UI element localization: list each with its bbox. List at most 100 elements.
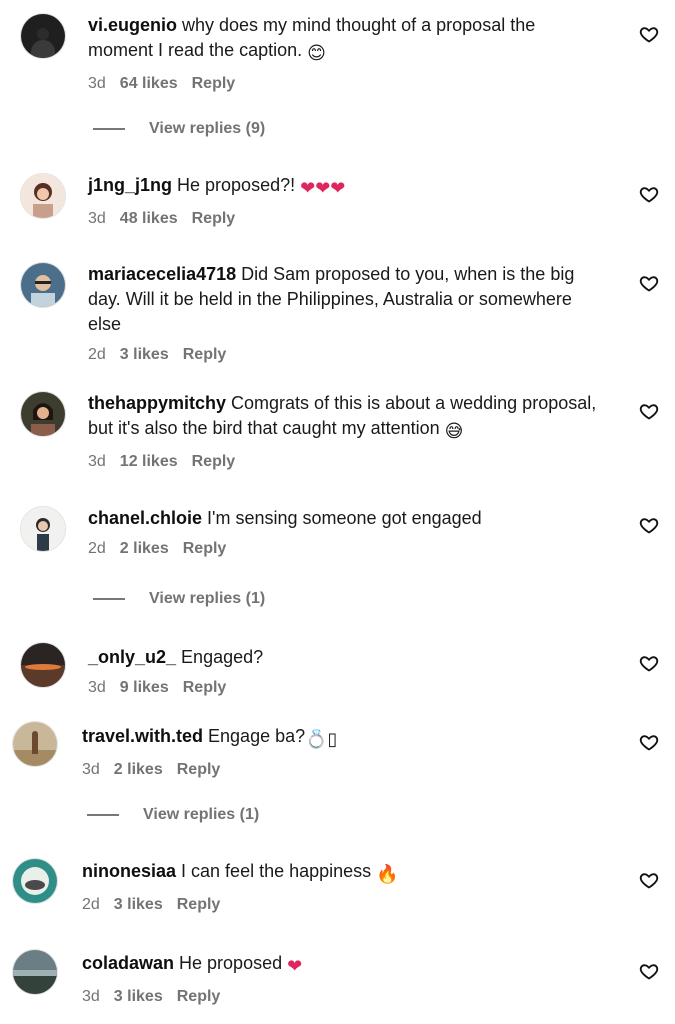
comment-meta: 2d 3 likes Reply xyxy=(82,896,605,914)
view-replies-label[interactable]: View replies (9) xyxy=(149,120,265,138)
comment-text: chanel.chloie I'm sensing someone got eng… xyxy=(88,506,605,531)
comment-meta: 3d 64 likes Reply xyxy=(88,75,605,93)
like-heart-icon[interactable] xyxy=(639,273,659,293)
like-heart-icon[interactable] xyxy=(639,653,659,673)
comment-content: I'm sensing someone got engaged xyxy=(207,508,482,528)
comment-timestamp: 3d xyxy=(82,761,100,778)
comment-text: _only_u2_ Engaged? xyxy=(88,645,605,670)
reply-button[interactable]: Reply xyxy=(192,210,236,228)
reply-button[interactable]: Reply xyxy=(183,540,227,558)
view-replies-button[interactable]: View replies (1) xyxy=(93,590,265,608)
avatar[interactable] xyxy=(20,391,66,437)
red-heart-emoji-icon: ❤ xyxy=(287,956,303,976)
divider-line xyxy=(87,814,119,816)
avatar[interactable] xyxy=(20,262,66,308)
comment-body: chanel.chloie I'm sensing someone got eng… xyxy=(88,506,605,558)
like-heart-icon[interactable] xyxy=(639,870,659,890)
comment-text: travel.with.ted Engage ba?💍▯ xyxy=(82,724,605,752)
comment-meta: 3d 3 likes Reply xyxy=(82,988,605,1006)
avatar[interactable] xyxy=(20,13,66,59)
comment-meta: 3d 2 likes Reply xyxy=(82,761,605,779)
heart-emojis-icon: ❤❤❤ xyxy=(300,178,346,198)
comment-meta: 3d 48 likes Reply xyxy=(88,210,605,228)
comment-likes[interactable]: 2 likes xyxy=(120,540,169,558)
emoji-icon: 😅 xyxy=(444,421,464,441)
comment-body: thehappymitchy Comgrats of this is about … xyxy=(88,391,605,471)
reply-button[interactable]: Reply xyxy=(192,75,236,93)
comment-body: ninonesiaa I can feel the happiness 🔥 2d … xyxy=(82,859,605,914)
comment-content: He proposed xyxy=(179,953,283,973)
comment-likes[interactable]: 12 likes xyxy=(120,453,178,471)
avatar[interactable] xyxy=(12,858,58,904)
divider-line xyxy=(93,128,125,130)
comment-likes[interactable]: 3 likes xyxy=(114,988,163,1006)
reply-button[interactable]: Reply xyxy=(192,453,236,471)
like-heart-icon[interactable] xyxy=(639,961,659,981)
divider-line xyxy=(93,598,125,600)
comment-content: I can feel the happiness xyxy=(181,861,372,881)
comment-username[interactable]: chanel.chloie xyxy=(88,508,202,528)
comment-timestamp: 3d xyxy=(88,679,106,696)
comment-timestamp: 2d xyxy=(82,896,100,913)
view-replies-button[interactable]: View replies (9) xyxy=(93,120,265,138)
comment-username[interactable]: vi.eugenio xyxy=(88,15,177,35)
like-heart-icon[interactable] xyxy=(639,515,659,535)
comment-timestamp: 3d xyxy=(88,210,106,227)
comment-content: Engaged? xyxy=(181,647,264,667)
comment-meta: 3d 12 likes Reply xyxy=(88,453,605,471)
comment-body: coladawan He proposed ❤ 3d 3 likes Reply xyxy=(82,951,605,1006)
comment-content: Engage ba? xyxy=(208,726,306,746)
comment-username[interactable]: _only_u2_ xyxy=(88,647,176,667)
comment-username[interactable]: ninonesiaa xyxy=(82,861,176,881)
comment-likes[interactable]: 48 likes xyxy=(120,210,178,228)
view-replies-label[interactable]: View replies (1) xyxy=(143,806,259,824)
view-replies-button[interactable]: View replies (1) xyxy=(87,806,259,824)
avatar[interactable] xyxy=(20,506,66,552)
comment-timestamp: 3d xyxy=(88,453,106,470)
comment-username[interactable]: coladawan xyxy=(82,953,174,973)
comment-text: thehappymitchy Comgrats of this is about … xyxy=(88,391,605,444)
comment-timestamp: 3d xyxy=(88,75,106,92)
comment-text: vi.eugenio why does my mind thought of a … xyxy=(88,13,605,66)
comment-meta: 2d 2 likes Reply xyxy=(88,540,605,558)
comment-likes[interactable]: 64 likes xyxy=(120,75,178,93)
comment-likes[interactable]: 2 likes xyxy=(114,761,163,779)
comment-body: vi.eugenio why does my mind thought of a … xyxy=(88,13,605,93)
reply-button[interactable]: Reply xyxy=(177,761,221,779)
comment-meta: 3d 9 likes Reply xyxy=(88,679,605,697)
comment-likes[interactable]: 3 likes xyxy=(120,346,169,364)
ring-emoji-icon: 💍▯ xyxy=(305,729,338,749)
comment-username[interactable]: travel.with.ted xyxy=(82,726,203,746)
comment-text: coladawan He proposed ❤ xyxy=(82,951,605,979)
avatar[interactable] xyxy=(20,173,66,219)
comment-username[interactable]: j1ng_j1ng xyxy=(88,175,172,195)
reply-button[interactable]: Reply xyxy=(183,346,227,364)
comment-text: mariacecelia4718 Did Sam proposed to you,… xyxy=(88,262,605,337)
like-heart-icon[interactable] xyxy=(639,732,659,752)
like-heart-icon[interactable] xyxy=(639,401,659,421)
reply-button[interactable]: Reply xyxy=(177,988,221,1006)
fire-emoji-icon: 🔥 xyxy=(376,864,399,884)
comment-text: j1ng_j1ng He proposed?! ❤❤❤ xyxy=(88,173,605,201)
comment-body: travel.with.ted Engage ba?💍▯ 3d 2 likes R… xyxy=(82,724,605,779)
comment-likes[interactable]: 9 likes xyxy=(120,679,169,697)
comment-meta: 2d 3 likes Reply xyxy=(88,346,605,364)
comment-timestamp: 2d xyxy=(88,540,106,557)
comment-body: mariacecelia4718 Did Sam proposed to you,… xyxy=(88,262,605,364)
comment-text: ninonesiaa I can feel the happiness 🔥 xyxy=(82,859,605,887)
avatar[interactable] xyxy=(20,642,66,688)
avatar[interactable] xyxy=(12,949,58,995)
reply-button[interactable]: Reply xyxy=(183,679,227,697)
comment-username[interactable]: thehappymitchy xyxy=(88,393,226,413)
like-heart-icon[interactable] xyxy=(639,24,659,44)
view-replies-label[interactable]: View replies (1) xyxy=(149,590,265,608)
comment-likes[interactable]: 3 likes xyxy=(114,896,163,914)
comment-content: He proposed?! xyxy=(177,175,296,195)
comment-body: _only_u2_ Engaged? 3d 9 likes Reply xyxy=(88,645,605,697)
comment-body: j1ng_j1ng He proposed?! ❤❤❤ 3d 48 likes R… xyxy=(88,173,605,228)
emoji-icon: 😊 xyxy=(307,43,326,63)
reply-button[interactable]: Reply xyxy=(177,896,221,914)
comment-username[interactable]: mariacecelia4718 xyxy=(88,264,236,284)
avatar[interactable] xyxy=(12,721,58,767)
like-heart-icon[interactable] xyxy=(639,184,659,204)
